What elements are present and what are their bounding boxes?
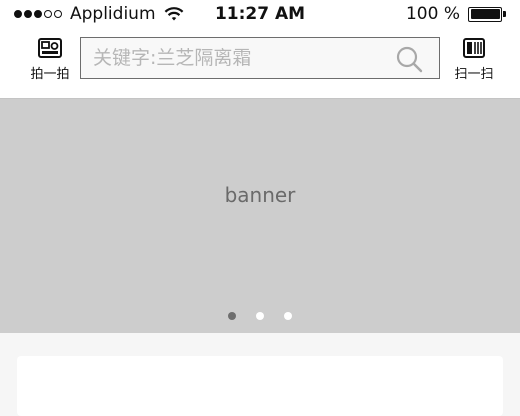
content-card (17, 356, 503, 416)
photo-search-label: 拍一拍 (30, 67, 70, 82)
pager-dot[interactable] (256, 312, 264, 320)
scan-label: 扫一扫 (454, 67, 494, 82)
pager-dot[interactable] (284, 312, 292, 320)
scan-icon (463, 38, 485, 58)
battery-percent: 100 % (405, 4, 460, 24)
search-input[interactable] (81, 38, 391, 77)
search-box[interactable] (80, 37, 440, 79)
banner-label: banner (224, 183, 296, 207)
search-icon[interactable] (395, 45, 423, 73)
status-bar: Applidium 11:27 AM 100 % (0, 0, 520, 30)
banner-carousel[interactable]: banner (0, 98, 520, 333)
pager-dot[interactable] (228, 312, 236, 320)
battery-icon (468, 6, 502, 22)
carousel-pager (228, 312, 312, 320)
photo-search-button[interactable]: 拍一拍 (26, 37, 74, 85)
battery-tip (503, 11, 506, 17)
camera-icon (38, 38, 62, 58)
header: 拍一拍 扫一扫 (0, 30, 520, 98)
scan-button[interactable]: 扫一扫 (450, 37, 498, 85)
status-right: 100 % (406, 4, 506, 24)
battery-fill (470, 9, 500, 19)
